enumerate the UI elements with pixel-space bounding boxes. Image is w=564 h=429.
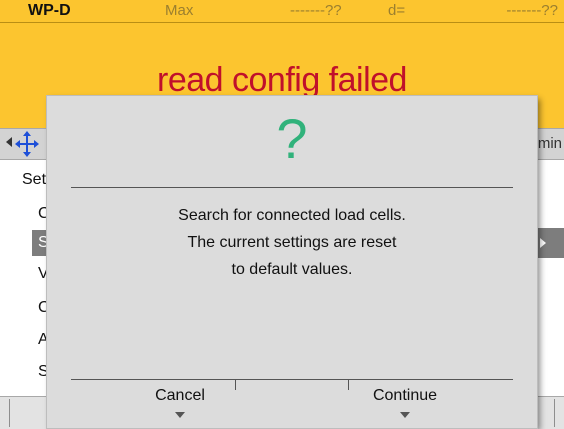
dialog-message-line: The current settings are reset [187, 234, 397, 251]
question-icon: ? [276, 107, 308, 170]
dialog-message-line: Search for connected load cells. [178, 207, 406, 224]
d-label: d= [388, 2, 406, 19]
d-value: -------?? [506, 2, 558, 19]
nav-left-arrow-icon[interactable] [6, 137, 12, 147]
status-bar: WP-D Max -------?? d= -------?? [0, 0, 564, 23]
button-divider [348, 380, 349, 390]
softkey-divider [554, 399, 555, 427]
chevron-down-icon [175, 412, 185, 418]
cancel-button[interactable]: Cancel [125, 378, 235, 428]
continue-button[interactable]: Continue [350, 378, 460, 428]
dialog-top-divider [71, 187, 513, 188]
softkey-divider [9, 399, 10, 427]
move-cursor-icon [15, 131, 39, 157]
submenu-arrow-icon [540, 238, 546, 248]
button-divider [235, 380, 236, 390]
nav-unit-text: min [537, 135, 562, 152]
menu-title: Set [22, 171, 47, 188]
device-name: WP-D [28, 2, 71, 19]
max-value: -------?? [290, 2, 342, 19]
max-label: Max [165, 2, 194, 19]
chevron-down-icon [400, 412, 410, 418]
confirm-dialog: ? Search for connected load cells. The c… [47, 96, 537, 428]
dialog-message-line: to default values. [231, 261, 353, 278]
error-message: read config failed [157, 61, 407, 99]
cancel-button-label: Cancel [155, 387, 205, 404]
continue-button-label: Continue [372, 387, 438, 404]
